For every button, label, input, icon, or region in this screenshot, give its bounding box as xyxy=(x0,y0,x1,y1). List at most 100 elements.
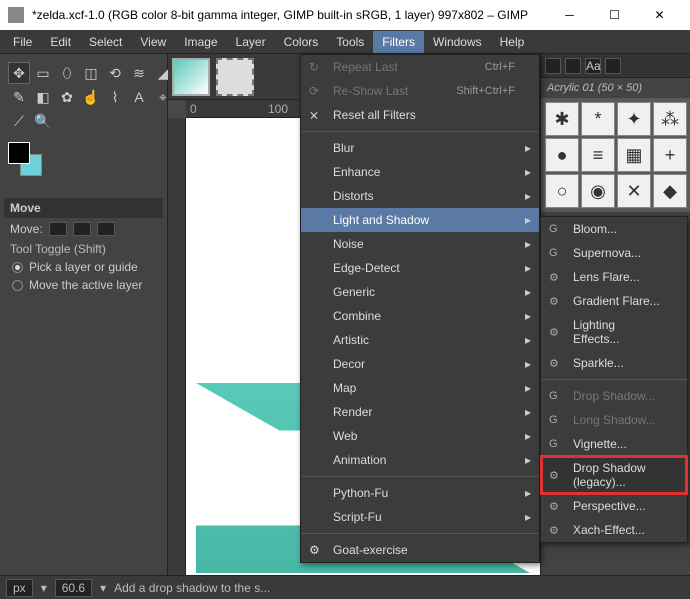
brush-item[interactable]: ◆ xyxy=(653,174,687,208)
brush-item[interactable]: ● xyxy=(545,138,579,172)
brush-item[interactable]: ✦ xyxy=(617,102,651,136)
tool-options-header: Move xyxy=(4,198,163,218)
font-tab-icon[interactable]: Aa xyxy=(585,58,601,74)
menu-animation[interactable]: Animation▸ xyxy=(301,448,539,472)
menu-edge-detect[interactable]: Edge-Detect▸ xyxy=(301,256,539,280)
menu-reshow-last[interactable]: ⟳Re-Show LastShift+Ctrl+F xyxy=(301,79,539,103)
brush-item[interactable]: ○ xyxy=(545,174,579,208)
titlebar: *zelda.xcf-1.0 (RGB color 8-bit gamma in… xyxy=(0,0,690,30)
statusbar: px▾ 60.6▾ Add a drop shadow to the s... xyxy=(0,575,690,599)
left-panel: ✥ ▭ ⬯ ◫ ⟲ ≋ ◢ ✎ ◧ ✿ ☝ ⌇ A ⌖ ⟋ 🔍 Move Mov… xyxy=(0,54,168,575)
tool-zoom[interactable]: 🔍 xyxy=(32,110,54,132)
menu-reset-filters[interactable]: ⨯Reset all Filters xyxy=(301,103,539,127)
tool-text[interactable]: A xyxy=(128,86,150,108)
menu-enhance[interactable]: Enhance▸ xyxy=(301,160,539,184)
menu-image[interactable]: Image xyxy=(175,31,226,53)
maximize-button[interactable]: ☐ xyxy=(592,0,637,30)
menu-web[interactable]: Web▸ xyxy=(301,424,539,448)
move-mode-layer[interactable] xyxy=(49,222,67,236)
unit-select[interactable]: px xyxy=(6,579,33,597)
menu-drop-shadow[interactable]: GDrop Shadow... xyxy=(541,384,687,408)
zoom-select[interactable]: 60.6 xyxy=(55,579,92,597)
menu-long-shadow[interactable]: GLong Shadow... xyxy=(541,408,687,432)
brush-item[interactable]: ⁂ xyxy=(653,102,687,136)
move-mode-path[interactable] xyxy=(97,222,115,236)
tool-measure[interactable]: ⟋ xyxy=(8,110,30,132)
move-label: Move: xyxy=(10,222,43,236)
brush-tab-icon[interactable] xyxy=(545,58,561,74)
menu-gradient-flare[interactable]: ⚙Gradient Flare... xyxy=(541,289,687,313)
menu-view[interactable]: View xyxy=(131,31,175,53)
radio-move-active[interactable]: Move the active layer xyxy=(4,276,163,294)
brush-item[interactable]: ≡ xyxy=(581,138,615,172)
brush-item[interactable]: ✱ xyxy=(545,102,579,136)
tool-rotate[interactable]: ⟲ xyxy=(104,62,126,84)
image-tab[interactable] xyxy=(172,58,210,96)
menu-drop-shadow-legacy[interactable]: ⚙Drop Shadow (legacy)... xyxy=(541,456,687,494)
menu-help[interactable]: Help xyxy=(491,31,534,53)
menu-xach-effect[interactable]: ⚙Xach-Effect... xyxy=(541,518,687,542)
window-title: *zelda.xcf-1.0 (RGB color 8-bit gamma in… xyxy=(32,8,547,22)
tool-move[interactable]: ✥ xyxy=(8,62,30,84)
menu-repeat-last[interactable]: ↻Repeat LastCtrl+F xyxy=(301,55,539,79)
menu-blur[interactable]: Blur▸ xyxy=(301,136,539,160)
menu-vignette[interactable]: GVignette... xyxy=(541,432,687,456)
menu-goat-exercise[interactable]: ⚙Goat-exercise xyxy=(301,538,539,562)
light-shadow-submenu: GBloom... GSupernova... ⚙Lens Flare... ⚙… xyxy=(540,216,688,543)
pattern-tab-icon[interactable] xyxy=(565,58,581,74)
brush-item[interactable]: ✕ xyxy=(617,174,651,208)
fg-color[interactable] xyxy=(8,142,30,164)
menu-combine[interactable]: Combine▸ xyxy=(301,304,539,328)
tool-crop[interactable]: ◫ xyxy=(80,62,102,84)
brush-item[interactable]: * xyxy=(581,102,615,136)
tool-smudge[interactable]: ☝ xyxy=(80,86,102,108)
filters-menu: ↻Repeat LastCtrl+F ⟳Re-Show LastShift+Ct… xyxy=(300,54,540,563)
menu-lens-flare[interactable]: ⚙Lens Flare... xyxy=(541,265,687,289)
menu-lighting-effects[interactable]: ⚙Lighting Effects... xyxy=(541,313,687,351)
tool-pencil[interactable]: ✎ xyxy=(8,86,30,108)
menu-supernova[interactable]: GSupernova... xyxy=(541,241,687,265)
brush-item[interactable]: + xyxy=(653,138,687,172)
history-tab-icon[interactable] xyxy=(605,58,621,74)
menu-tools[interactable]: Tools xyxy=(327,31,373,53)
menubar: File Edit Select View Image Layer Colors… xyxy=(0,30,690,54)
tool-rect-select[interactable]: ▭ xyxy=(32,62,54,84)
app-icon xyxy=(8,7,24,23)
menu-noise[interactable]: Noise▸ xyxy=(301,232,539,256)
menu-sparkle[interactable]: ⚙Sparkle... xyxy=(541,351,687,375)
menu-script-fu[interactable]: Script-Fu▸ xyxy=(301,505,539,529)
menu-bloom[interactable]: GBloom... xyxy=(541,217,687,241)
menu-layer[interactable]: Layer xyxy=(227,31,275,53)
minimize-button[interactable]: ─ xyxy=(547,0,592,30)
radio-pick-layer[interactable]: Pick a layer or guide xyxy=(4,258,163,276)
move-mode-selection[interactable] xyxy=(73,222,91,236)
menu-select[interactable]: Select xyxy=(80,31,131,53)
brush-item[interactable]: ◉ xyxy=(581,174,615,208)
brush-name: Acrylic 01 (50 × 50) xyxy=(541,78,690,98)
menu-decor[interactable]: Decor▸ xyxy=(301,352,539,376)
menu-perspective[interactable]: ⚙Perspective... xyxy=(541,494,687,518)
menu-distorts[interactable]: Distorts▸ xyxy=(301,184,539,208)
close-button[interactable]: ✕ xyxy=(637,0,682,30)
tool-warp[interactable]: ≋ xyxy=(128,62,150,84)
menu-file[interactable]: File xyxy=(4,31,41,53)
menu-map[interactable]: Map▸ xyxy=(301,376,539,400)
menu-windows[interactable]: Windows xyxy=(424,31,491,53)
brush-item[interactable]: ▦ xyxy=(617,138,651,172)
image-tab-secondary[interactable] xyxy=(216,58,254,96)
menu-artistic[interactable]: Artistic▸ xyxy=(301,328,539,352)
menu-colors[interactable]: Colors xyxy=(275,31,328,53)
menu-render[interactable]: Render▸ xyxy=(301,400,539,424)
tool-path[interactable]: ⌇ xyxy=(104,86,126,108)
brush-grid: ✱ * ✦ ⁂ ● ≡ ▦ + ○ ◉ ✕ ◆ xyxy=(541,98,690,212)
tool-free-select[interactable]: ⬯ xyxy=(56,62,78,84)
menu-edit[interactable]: Edit xyxy=(41,31,80,53)
tool-clone[interactable]: ✿ xyxy=(56,86,78,108)
menu-python-fu[interactable]: Python-Fu▸ xyxy=(301,481,539,505)
menu-light-and-shadow[interactable]: Light and Shadow▸ xyxy=(301,208,539,232)
menu-filters[interactable]: Filters xyxy=(373,31,424,53)
tool-eraser[interactable]: ◧ xyxy=(32,86,54,108)
color-swatch[interactable] xyxy=(8,142,48,176)
menu-generic[interactable]: Generic▸ xyxy=(301,280,539,304)
status-message: Add a drop shadow to the s... xyxy=(114,581,270,595)
